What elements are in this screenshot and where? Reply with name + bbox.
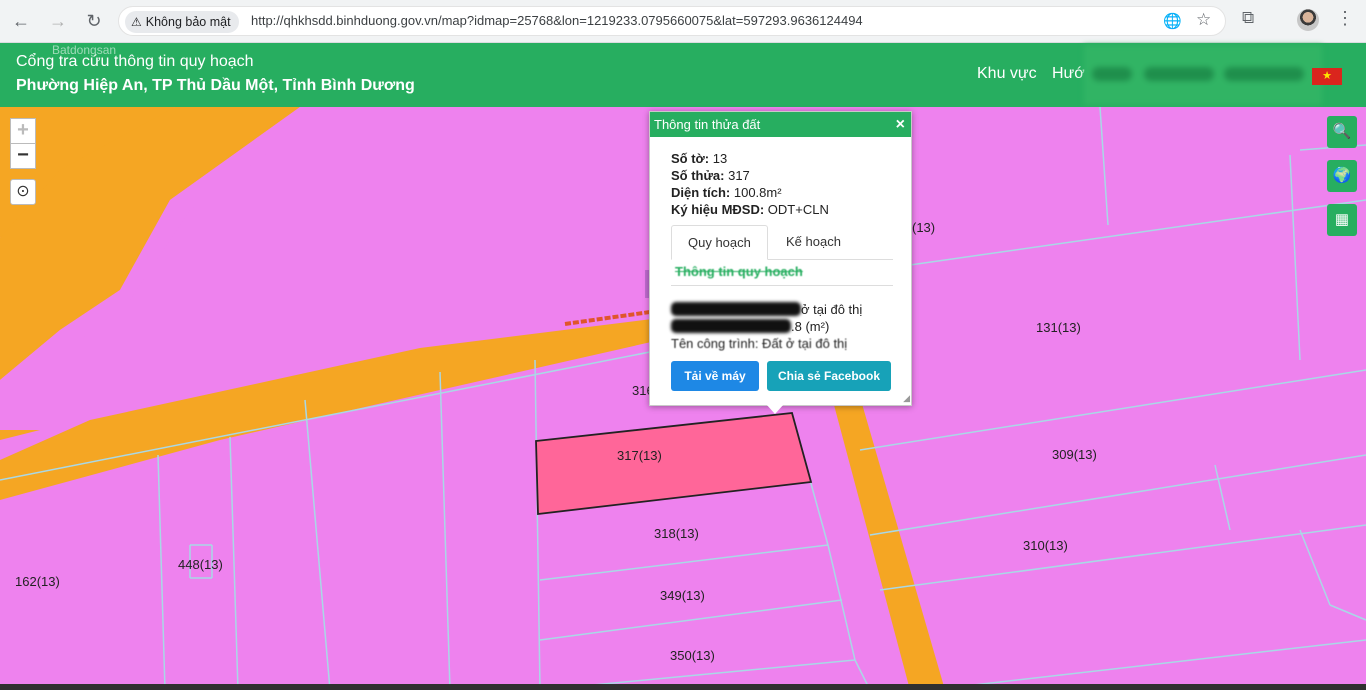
nav-item-huong-dan[interactable]: Hướ — [1052, 65, 1085, 83]
redaction — [671, 302, 801, 316]
parcel-info-popup: Thông tin thửa đất × Số tờ: 13 Số thửa: … — [649, 111, 912, 406]
parcel-label[interactable]: 309(13) — [1052, 447, 1097, 462]
tab-ke-hoach[interactable]: Kế hoạch — [770, 225, 857, 260]
search-icon[interactable]: 🔍 — [1327, 116, 1357, 148]
menu-icon[interactable]: ⋮ — [1336, 8, 1354, 29]
browser-toolbar: ← → ↻ ⚠ Không bảo mật http://qhkhsdd.binh… — [0, 0, 1366, 43]
divider — [671, 285, 893, 286]
popup-title: Thông tin thửa đất — [650, 112, 911, 137]
share-facebook-button[interactable]: Chia sẻ Facebook — [767, 361, 891, 391]
site-header: Batdongsan Cổng tra cứu thông tin quy ho… — [0, 43, 1366, 107]
address-bar[interactable]: ⚠ Không bảo mật http://qhkhsdd.binhduong.… — [118, 6, 1226, 36]
field-so-thua: Số thửa: 317 — [671, 168, 750, 183]
extensions-icon[interactable]: ⧉ — [1242, 8, 1254, 28]
translate-icon[interactable]: 🌐 — [1163, 12, 1182, 30]
plan-info: ở tại đô thị .8 (m²) Tên công trình: Đất… — [671, 302, 863, 351]
back-icon[interactable]: ← — [8, 8, 34, 34]
blurred-nav-region — [1084, 45, 1322, 105]
globe-icon[interactable]: 🌍 — [1327, 160, 1357, 192]
resize-handle-icon[interactable]: ◢ — [903, 393, 910, 404]
zoom-out-button[interactable]: − — [10, 143, 36, 169]
parcel-label[interactable]: (13) — [912, 220, 935, 235]
parcel-label[interactable]: 448(13) — [178, 557, 223, 572]
redaction — [671, 319, 791, 333]
url-text[interactable]: http://qhkhsdd.binhduong.gov.vn/map?idma… — [251, 13, 863, 28]
popup-pointer — [766, 404, 784, 414]
profile-avatar[interactable] — [1297, 9, 1319, 31]
forward-icon[interactable]: → — [45, 8, 71, 34]
parcel-label[interactable]: 131(13) — [1036, 320, 1081, 335]
warning-icon: ⚠ — [131, 15, 142, 29]
plan-heading: Thông tin quy hoạch — [675, 264, 803, 279]
field-so-to: Số tờ: 13 — [671, 151, 728, 166]
parcel-label[interactable]: 349(13) — [660, 588, 705, 603]
map-layers-icon[interactable]: ▦ — [1327, 204, 1357, 236]
parcel-details: Số tờ: 13 Số thửa: 317 Diện tích: 100.8m… — [671, 150, 829, 218]
taskbar-strip — [0, 684, 1366, 690]
field-ky-hieu: Ký hiệu MĐSD: ODT+CLN — [671, 202, 829, 217]
parcel-label[interactable]: 310(13) — [1023, 538, 1068, 553]
reload-icon[interactable]: ↻ — [81, 8, 107, 34]
tab-quy-hoach[interactable]: Quy hoạch — [671, 225, 768, 260]
security-label: Không bảo mật — [145, 15, 231, 29]
parcel-label[interactable]: 162(13) — [15, 574, 60, 589]
parcel-label[interactable]: 318(13) — [654, 526, 699, 541]
portal-title: Cổng tra cứu thông tin quy hoạch — [16, 53, 254, 70]
location-title: Phường Hiệp An, TP Thủ Dầu Một, Tỉnh Bìn… — [16, 77, 415, 94]
security-chip[interactable]: ⚠ Không bảo mật — [125, 11, 239, 33]
locate-icon[interactable]: ⊙ — [10, 179, 36, 205]
field-dien-tich: Diện tích: 100.8m² — [671, 185, 782, 200]
parcel-label[interactable]: 317(13) — [617, 448, 662, 463]
close-icon[interactable]: × — [896, 112, 905, 137]
zoom-in-button[interactable]: + — [10, 118, 36, 144]
popup-tabs: Quy hoạch Kế hoạch — [671, 225, 893, 260]
parcel-label[interactable]: 350(13) — [670, 648, 715, 663]
nav-item-khu-vuc[interactable]: Khu vực — [977, 65, 1037, 83]
vietnam-flag-icon[interactable]: ★ — [1312, 68, 1342, 85]
star-icon[interactable]: ☆ — [1196, 10, 1211, 30]
download-button[interactable]: Tải về máy — [671, 361, 759, 391]
